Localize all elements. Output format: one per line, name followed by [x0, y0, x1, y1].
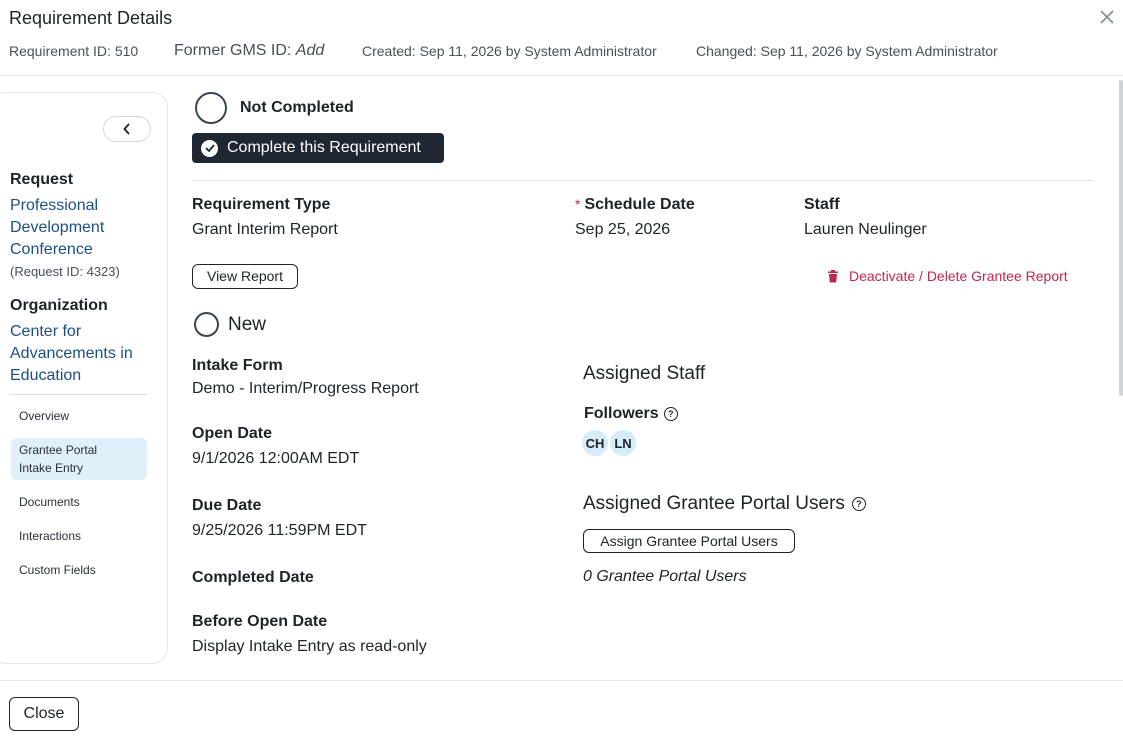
due-date-label: Due Date [192, 497, 262, 514]
organization-name-link[interactable]: Center for Advancements in Education [10, 321, 133, 387]
request-name-link[interactable]: Professional Development Conference [10, 195, 104, 261]
assigned-portal-users-heading-text: Assigned Grantee Portal Users [583, 493, 845, 514]
before-open-date-value: Display Intake Entry as read-only [192, 638, 427, 655]
schedule-date-label: * Schedule Date [575, 196, 695, 214]
requirement-type-label: Requirement Type [192, 196, 331, 213]
former-gms-id: Former GMS ID: Add [174, 42, 324, 60]
sidebar-divider [10, 394, 147, 395]
open-date-label: Open Date [192, 425, 273, 442]
before-open-date-label: Before Open Date [192, 613, 328, 630]
assigned-staff-heading: Assigned Staff [583, 363, 706, 384]
complete-requirement-button[interactable]: Complete this Requirement [192, 133, 444, 163]
intake-status: New [228, 314, 267, 335]
sidebar-item-label: Intake Entry [19, 461, 84, 475]
staff-label: Staff [804, 196, 840, 213]
requirement-id: Requirement ID: 510 [9, 43, 139, 59]
requirement-type-value: Grant Interim Report [192, 221, 338, 238]
intake-status-circle-icon [194, 312, 219, 337]
followers-label-text: Followers [584, 405, 659, 422]
portal-users-count: 0 Grantee Portal Users [583, 568, 747, 585]
intake-form-label: Intake Form [192, 357, 283, 374]
deactivate-delete-label: Deactivate / Delete Grantee Report [849, 268, 1068, 284]
request-id: (Request ID: 4323) [10, 264, 120, 279]
avatar[interactable]: CH [580, 428, 610, 458]
chevron-left-icon [123, 123, 130, 135]
required-asterisk: * [575, 196, 581, 212]
schedule-date-value: Sep 25, 2026 [575, 221, 671, 238]
trash-icon [828, 269, 838, 282]
close-icon[interactable] [1097, 5, 1117, 29]
sidebar-item-label: Grantee Portal [19, 443, 98, 457]
status-circle-icon [195, 92, 227, 124]
organization-label: Organization [10, 297, 108, 314]
close-button[interactable]: Close [9, 697, 79, 731]
followers-label: Followers? [584, 405, 678, 423]
request-label: Request [10, 171, 74, 188]
request-name-line: Development [10, 219, 105, 236]
complete-requirement-label: Complete this Requirement [227, 139, 421, 156]
organization-name-line: Education [10, 367, 82, 384]
check-circle-icon [201, 139, 218, 157]
sidebar-item-interactions[interactable]: Interactions [11, 529, 147, 543]
assign-portal-users-button[interactable]: Assign Grantee Portal Users [583, 529, 795, 553]
collapse-sidebar-button[interactable] [103, 116, 151, 142]
help-icon[interactable]: ? [663, 406, 678, 421]
scrollbar-thumb[interactable] [1119, 80, 1123, 396]
due-date-value: 9/25/2026 11:59PM EDT [192, 522, 367, 539]
staff-value: Lauren Neulinger [804, 221, 927, 238]
schedule-date-label-text: Schedule Date [584, 196, 695, 213]
sidebar-item-grantee-portal-intake-entry[interactable]: Grantee Portal Intake Entry [11, 438, 147, 480]
deactivate-delete-link[interactable]: Deactivate / Delete Grantee Report [827, 268, 1068, 284]
intake-form-value: Demo - Interim/Progress Report [192, 380, 419, 397]
help-icon[interactable]: ? [851, 496, 866, 511]
requirement-status: Not Completed [240, 99, 354, 116]
former-gms-add-link[interactable]: Add [296, 42, 324, 59]
header-divider [0, 75, 1123, 76]
assigned-portal-users-heading: Assigned Grantee Portal Users? [583, 493, 866, 515]
former-gms-label: Former GMS ID: [174, 42, 292, 59]
view-report-button[interactable]: View Report [192, 264, 298, 289]
organization-name-line: Advancements in [10, 345, 133, 362]
sidebar-item-overview[interactable]: Overview [11, 409, 147, 423]
sidebar-item-documents[interactable]: Documents [11, 495, 147, 509]
dialog-title: Requirement Details [9, 8, 173, 28]
sidebar-item-custom-fields[interactable]: Custom Fields [11, 563, 147, 577]
created-info: Created: Sep 11, 2026 by System Administ… [362, 43, 657, 59]
changed-info: Changed: Sep 11, 2026 by System Administ… [696, 43, 998, 59]
request-name-line: Conference [10, 241, 93, 258]
request-name-line: Professional [10, 197, 99, 214]
avatar[interactable]: LN [608, 428, 638, 458]
open-date-value: 9/1/2026 12:00AM EDT [192, 450, 360, 467]
footer-divider [0, 680, 1123, 681]
organization-name-line: Center for [10, 323, 82, 340]
main-divider [192, 180, 1093, 181]
completed-date-label: Completed Date [192, 569, 314, 586]
